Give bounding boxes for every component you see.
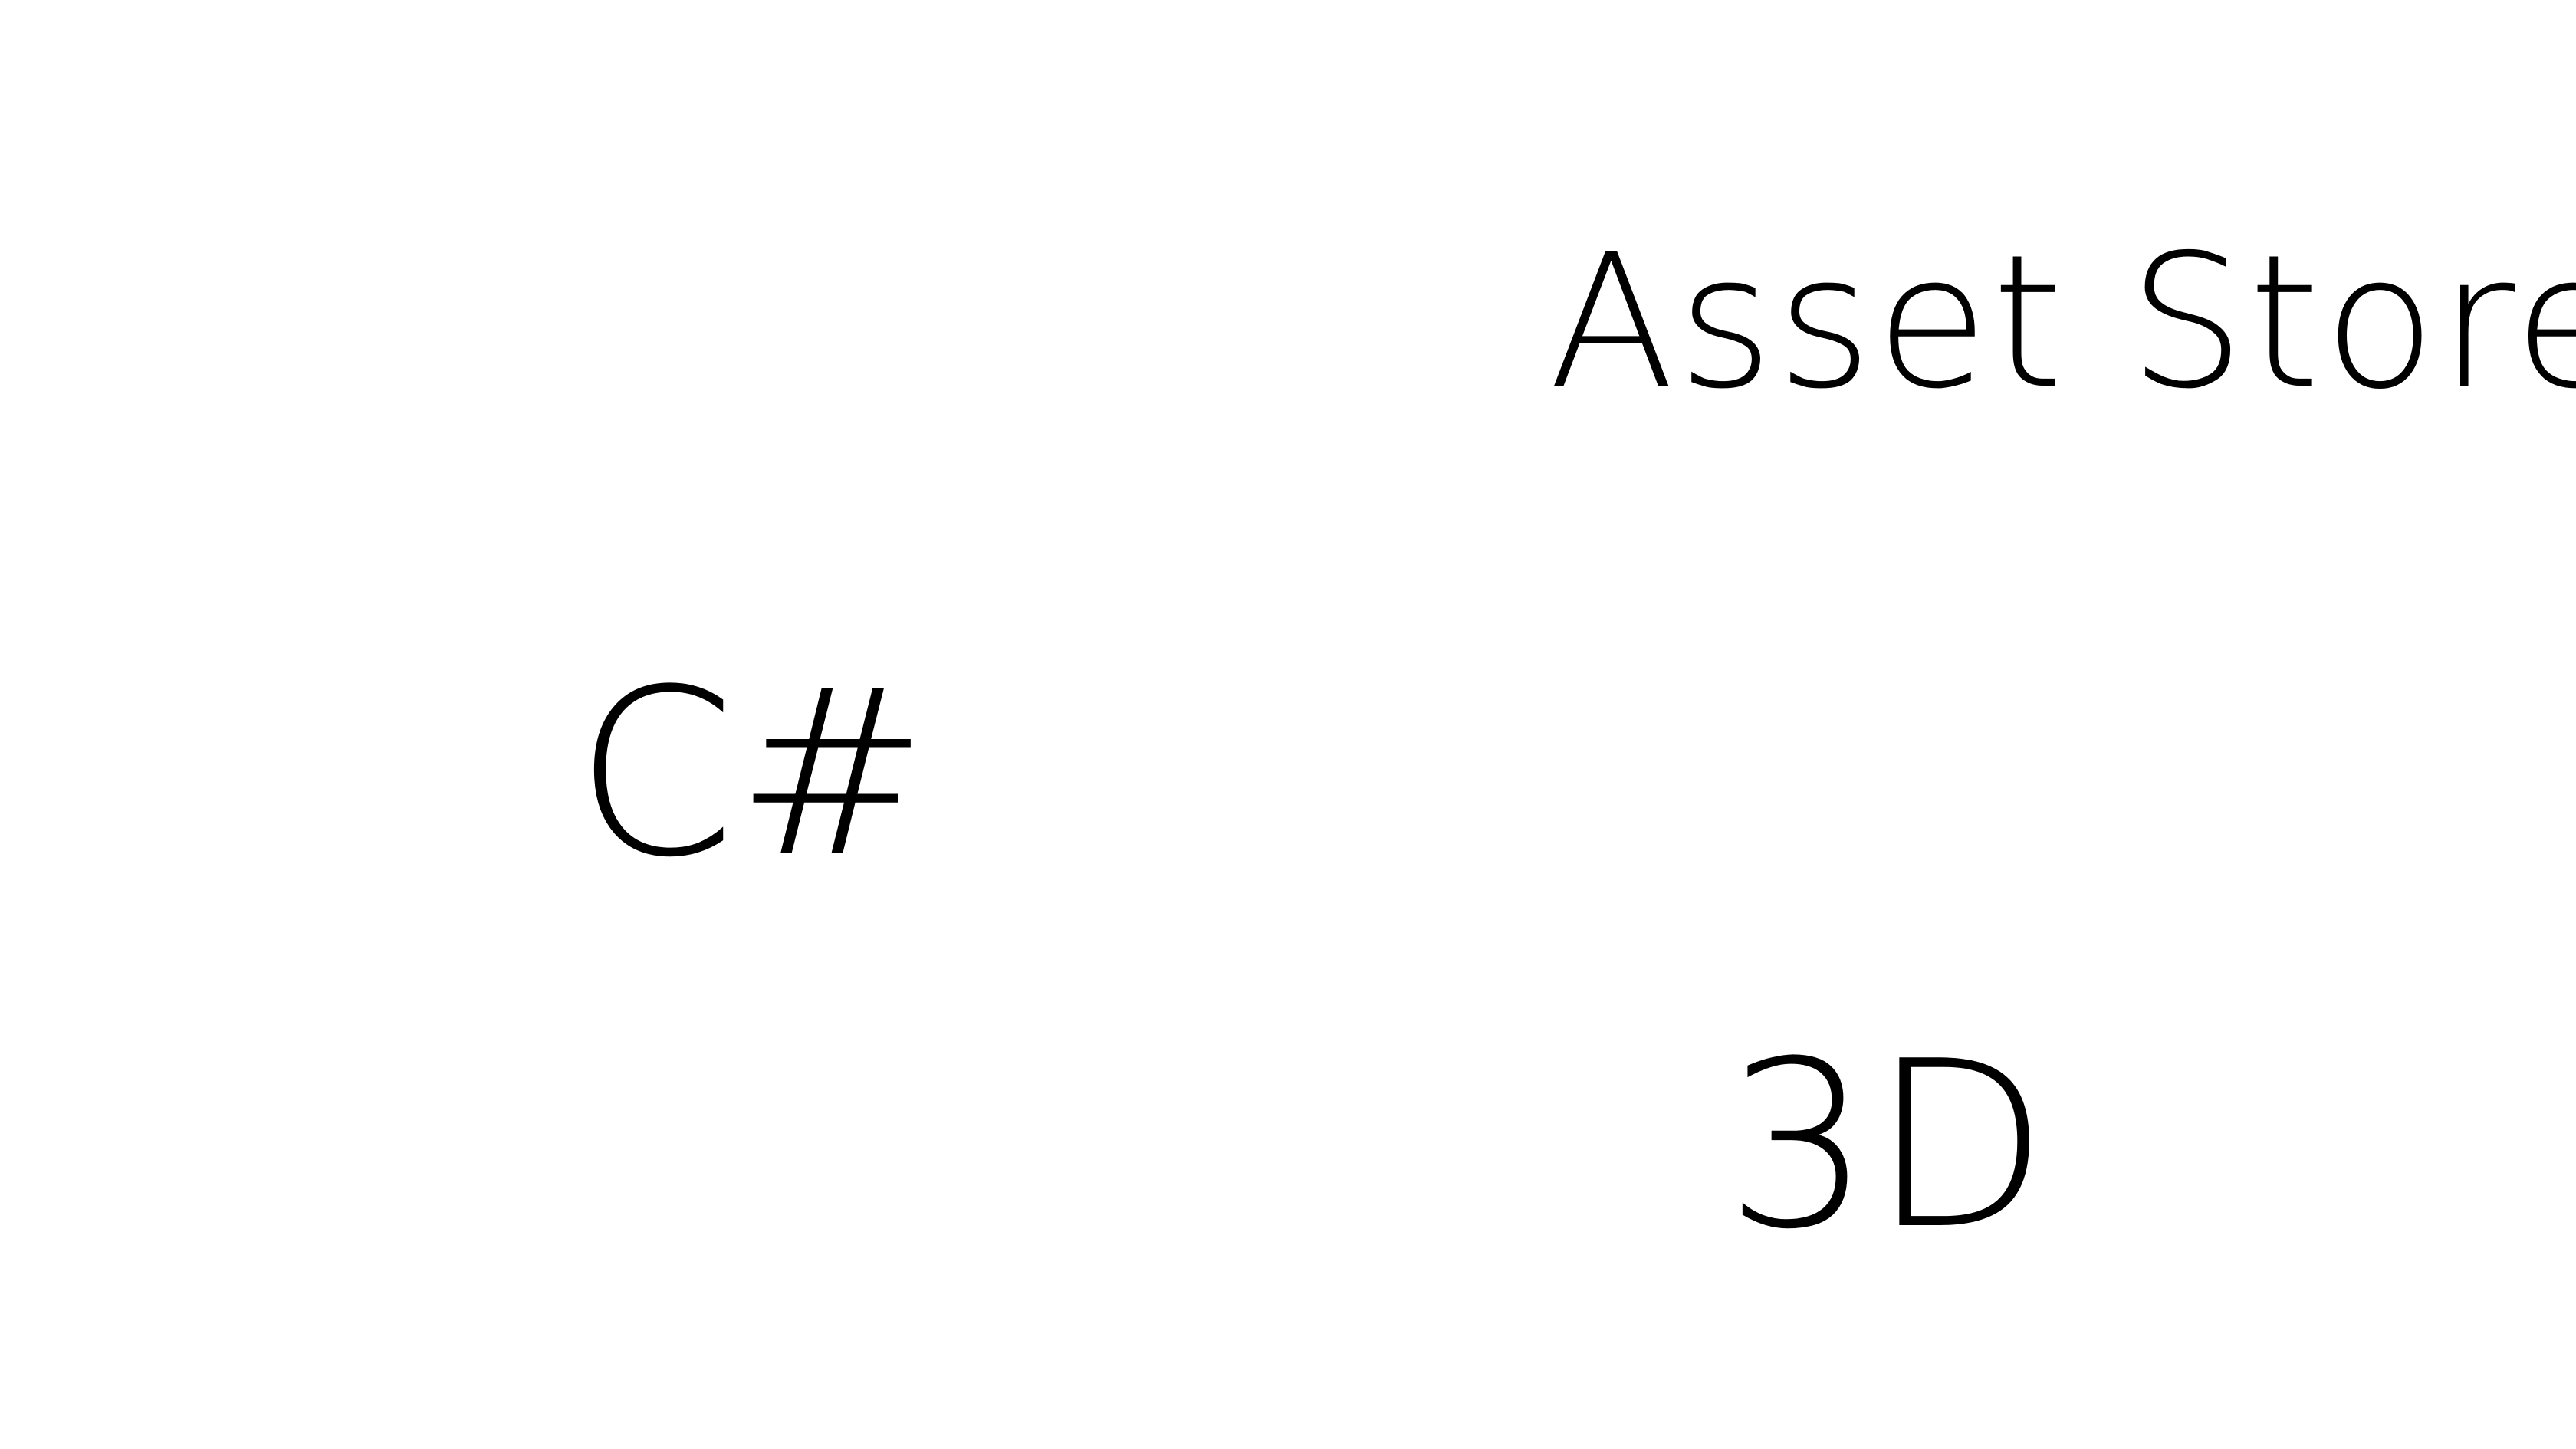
three-d-text: 3D xyxy=(1725,1012,2049,1280)
csharp-text: C# xyxy=(575,640,928,908)
slide-canvas: Asset Store C# 3D xyxy=(0,0,2576,1449)
asset-store-text: Asset Store xyxy=(1549,215,2576,429)
